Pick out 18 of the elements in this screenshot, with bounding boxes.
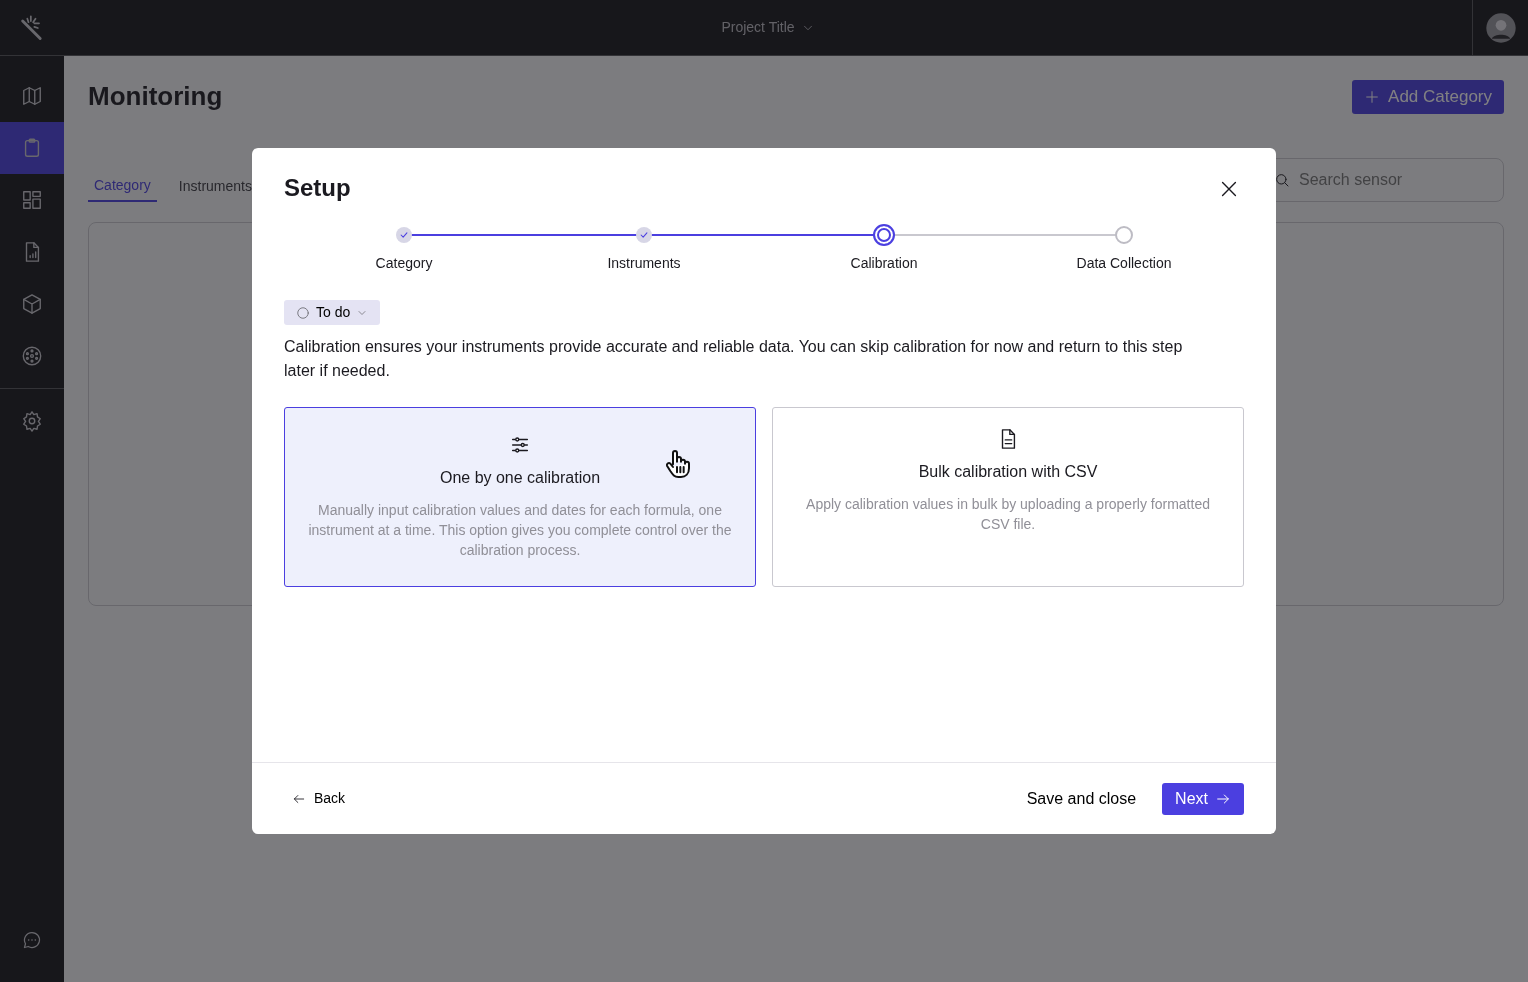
option-card[interactable]: Bulk calibration with CSV Apply calibration values in bulk by uploading a properly formatted CSV file. [772, 406, 1244, 587]
intro-text: Calibration ensures your instruments provide accurate and reliable data. You can skip calibration for now and return to this step later if needed. [284, 336, 1184, 381]
tab[interactable]: Instruments [172, 173, 258, 202]
status-dropdown[interactable]: To do [284, 300, 381, 325]
option-title: One by one calibration [439, 467, 601, 488]
step-label: Calibration [850, 254, 918, 273]
option-description: Apply calibration values in bulk by uploading a properly formatted CSV file. [805, 494, 1211, 534]
page-title: Monitoring [88, 81, 223, 113]
option-title: Bulk calibration with CSV [918, 461, 1098, 482]
step-label: Instruments [607, 254, 681, 273]
dialog-title: Setup [284, 173, 351, 203]
step-label: Data Collection [1076, 254, 1172, 273]
back-button[interactable]: Back [292, 788, 346, 809]
step-label: Category [375, 254, 433, 273]
save-and-close-button[interactable]: Save and close [1020, 785, 1143, 812]
next-button[interactable]: Next [1162, 782, 1244, 815]
option-card[interactable]: One by one calibration Manually input calibration values and dates for each formula, one instrument at a time. This option gives you complete control over the calibration process. [284, 406, 756, 587]
option-description: Manually input calibration values and dates for each formula, one instrument at a time. This option gives you complete control over the calibration process. [307, 500, 733, 560]
